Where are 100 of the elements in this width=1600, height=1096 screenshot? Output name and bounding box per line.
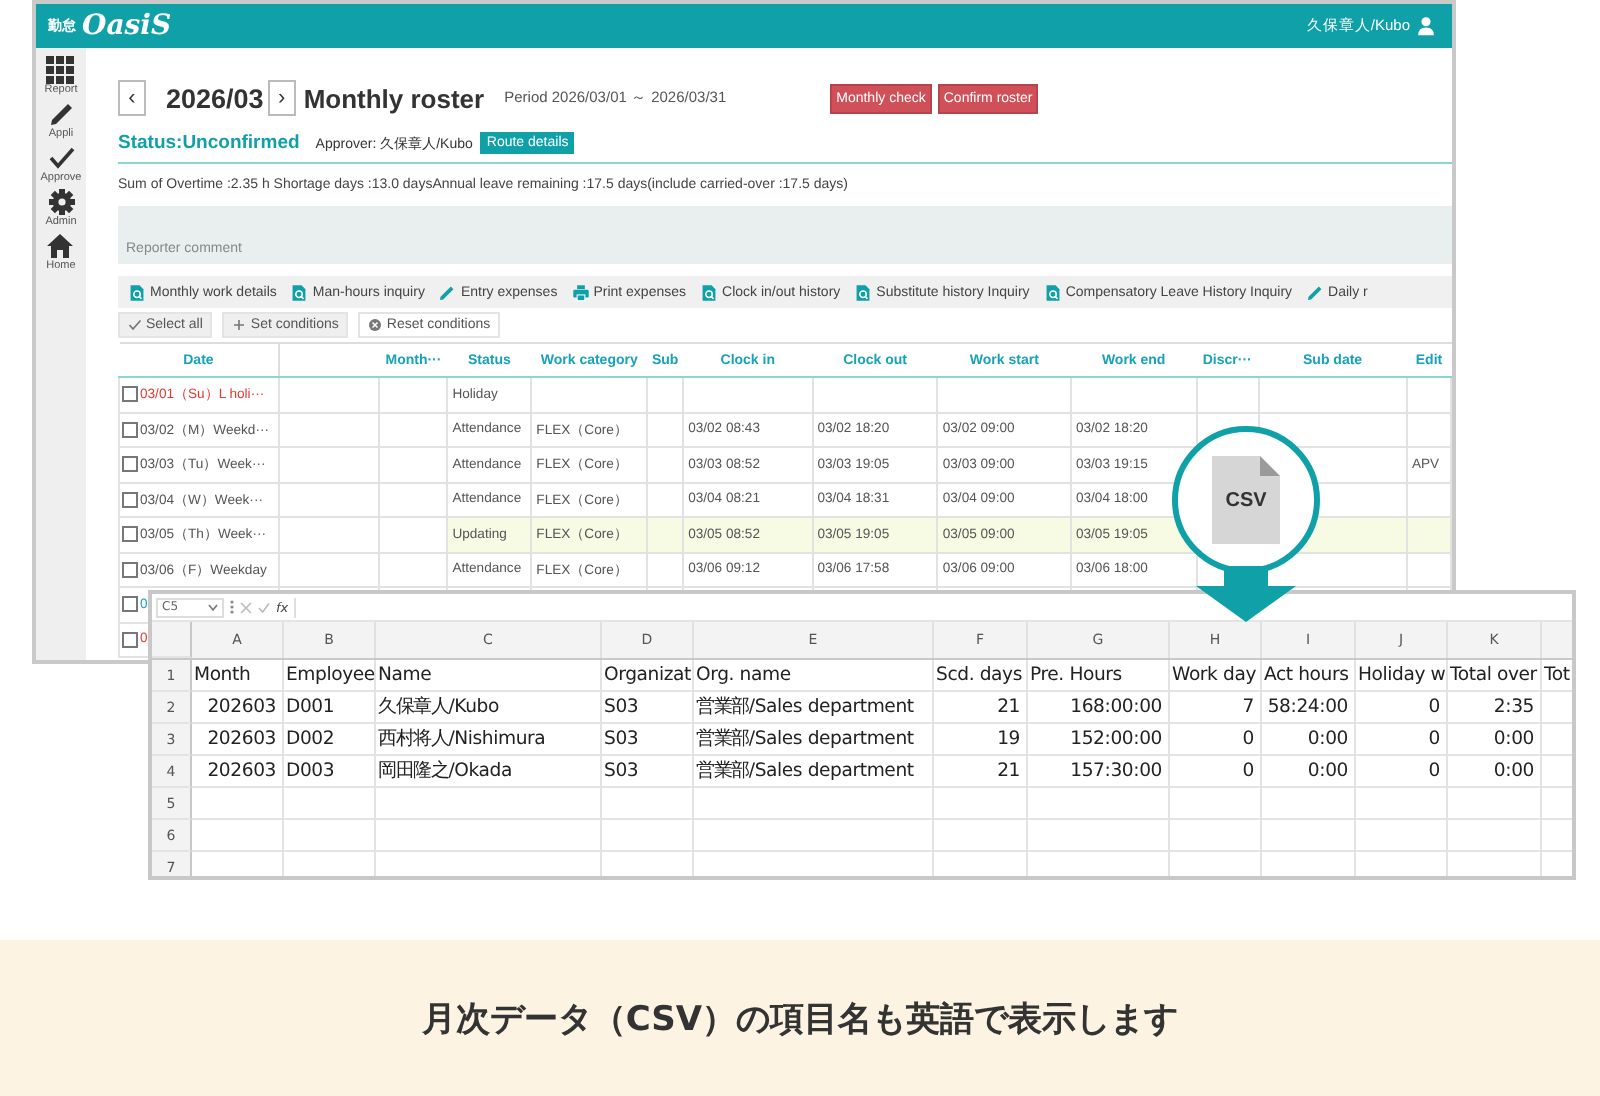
sheet-cell: S03 bbox=[602, 724, 694, 756]
sheet-cell: 157:30:00 bbox=[1028, 756, 1170, 788]
table-cell bbox=[683, 377, 813, 412]
sheet-cell: Employee bbox=[284, 660, 376, 692]
sheet-cell: Tot bbox=[1542, 660, 1572, 692]
table-cell bbox=[379, 552, 448, 587]
table-cell bbox=[1406, 552, 1451, 587]
sheet-cell: 21 bbox=[934, 756, 1028, 788]
table-cell bbox=[1406, 377, 1451, 412]
table-cell bbox=[937, 377, 1071, 412]
sheet-cell: 0 bbox=[1356, 692, 1448, 724]
sheet-cell bbox=[602, 820, 694, 852]
sheet-cell bbox=[934, 788, 1028, 820]
sheet-cell: 久保章人/Kubo bbox=[376, 692, 602, 724]
sheet-cell: 0 bbox=[1170, 756, 1262, 788]
table-cell bbox=[379, 482, 448, 517]
sheet-cell: Act hours bbox=[1262, 660, 1356, 692]
sheet-cell: 19 bbox=[934, 724, 1028, 756]
sheet-cell: 2:35 bbox=[1448, 692, 1542, 724]
sheet-cell: Name bbox=[376, 660, 602, 692]
sheet-cell: Pre. Hours bbox=[1028, 660, 1170, 692]
sheet-cell: Org. name bbox=[694, 660, 934, 692]
document-search-icon bbox=[700, 283, 719, 301]
sheet-cell: 営業部/Sales department bbox=[694, 756, 934, 788]
document-search-icon bbox=[854, 283, 873, 301]
status-text: Status:Unconfirmed bbox=[118, 132, 300, 154]
document-search-icon bbox=[290, 283, 309, 301]
sheet-cell bbox=[192, 788, 284, 820]
user-icon bbox=[1416, 16, 1436, 36]
sheet-cell: Month bbox=[192, 660, 284, 692]
table-cell bbox=[647, 377, 684, 412]
sheet-cell: 0:00 bbox=[1262, 724, 1356, 756]
sheet-cell: Work day bbox=[1170, 660, 1262, 692]
sheet-cell bbox=[1170, 820, 1262, 852]
sheet-cell: 0:00 bbox=[1262, 756, 1356, 788]
sheet-cell: 0:00 bbox=[1448, 724, 1542, 756]
printer-icon bbox=[571, 283, 590, 301]
row-checkbox[interactable] bbox=[122, 526, 138, 543]
previous-month-button[interactable]: ‹ bbox=[118, 80, 146, 116]
table-cell bbox=[278, 482, 380, 517]
sheet-cell: 202603 bbox=[192, 756, 284, 788]
check-icon bbox=[47, 144, 75, 172]
table-cell bbox=[531, 377, 648, 412]
sheet-cell bbox=[1356, 788, 1448, 820]
document-search-icon bbox=[128, 283, 146, 301]
sheet-cell: Holiday w bbox=[1356, 660, 1448, 692]
sheet-cell bbox=[1028, 820, 1170, 852]
table-cell bbox=[647, 447, 684, 482]
file-icon bbox=[1212, 456, 1280, 544]
row-checkbox[interactable] bbox=[122, 386, 138, 403]
table-cell bbox=[1406, 517, 1451, 552]
pencil-icon bbox=[1306, 283, 1325, 301]
next-month-button[interactable]: › bbox=[267, 80, 296, 116]
sheet-cell: 58:24:00 bbox=[1262, 692, 1356, 724]
page-title: Monthly roster bbox=[303, 83, 485, 113]
pencil-icon bbox=[438, 283, 457, 301]
sheet-cell bbox=[1170, 788, 1262, 820]
file-type-label: CSV bbox=[1223, 490, 1269, 512]
sheet-cell: 0 bbox=[1356, 756, 1448, 788]
table-cell bbox=[1406, 412, 1451, 447]
row-checkbox[interactable] bbox=[122, 561, 138, 578]
sheet-cell bbox=[1028, 788, 1170, 820]
sheet-cell: 21 bbox=[934, 692, 1028, 724]
sheet-cell: 202603 bbox=[192, 692, 284, 724]
row-checkbox[interactable] bbox=[122, 456, 138, 473]
pencil-icon bbox=[47, 100, 75, 128]
sheet-cell: 152:00:00 bbox=[1028, 724, 1170, 756]
row-checkbox[interactable] bbox=[122, 491, 138, 508]
sheet-cell: D002 bbox=[284, 724, 376, 756]
table-cell bbox=[278, 517, 380, 552]
table-cell bbox=[278, 447, 380, 482]
sheet-cell: 0:00 bbox=[1448, 756, 1542, 788]
grid-icon bbox=[46, 56, 75, 84]
caption-text: 月次データ（CSV）の項目名も英語で表示します bbox=[421, 997, 1179, 1041]
sheet-cell: 営業部/Sales department bbox=[694, 724, 934, 756]
sheet-cell: 168:00:00 bbox=[1028, 692, 1170, 724]
sheet-cell: 岡田隆之/Okada bbox=[376, 756, 602, 788]
sheet-cell bbox=[1356, 820, 1448, 852]
table-cell bbox=[278, 412, 380, 447]
table-cell bbox=[812, 377, 938, 412]
row-checkbox[interactable] bbox=[122, 421, 138, 438]
gear-icon bbox=[47, 188, 75, 216]
sheet-cell bbox=[1262, 788, 1356, 820]
table-cell bbox=[1070, 377, 1197, 412]
plus-icon bbox=[232, 318, 247, 332]
sheet-cell bbox=[192, 820, 284, 852]
sheet-cell: D001 bbox=[284, 692, 376, 724]
row-checkbox[interactable] bbox=[122, 631, 138, 648]
sheet-cell: 西村将人/Nishimura bbox=[376, 724, 602, 756]
sheet-cell: D003 bbox=[284, 756, 376, 788]
month-label: 2026/03 bbox=[166, 83, 264, 113]
sheet-cell bbox=[934, 820, 1028, 852]
table-cell bbox=[278, 377, 380, 412]
sheet-cell: 0 bbox=[1356, 724, 1448, 756]
sheet-cell bbox=[602, 788, 694, 820]
row-checkbox[interactable] bbox=[122, 596, 138, 613]
table-cell bbox=[379, 447, 448, 482]
sheet-cell: 7 bbox=[1170, 692, 1262, 724]
sheet-cell bbox=[284, 820, 376, 852]
sheet-cell: 0 bbox=[1170, 724, 1262, 756]
